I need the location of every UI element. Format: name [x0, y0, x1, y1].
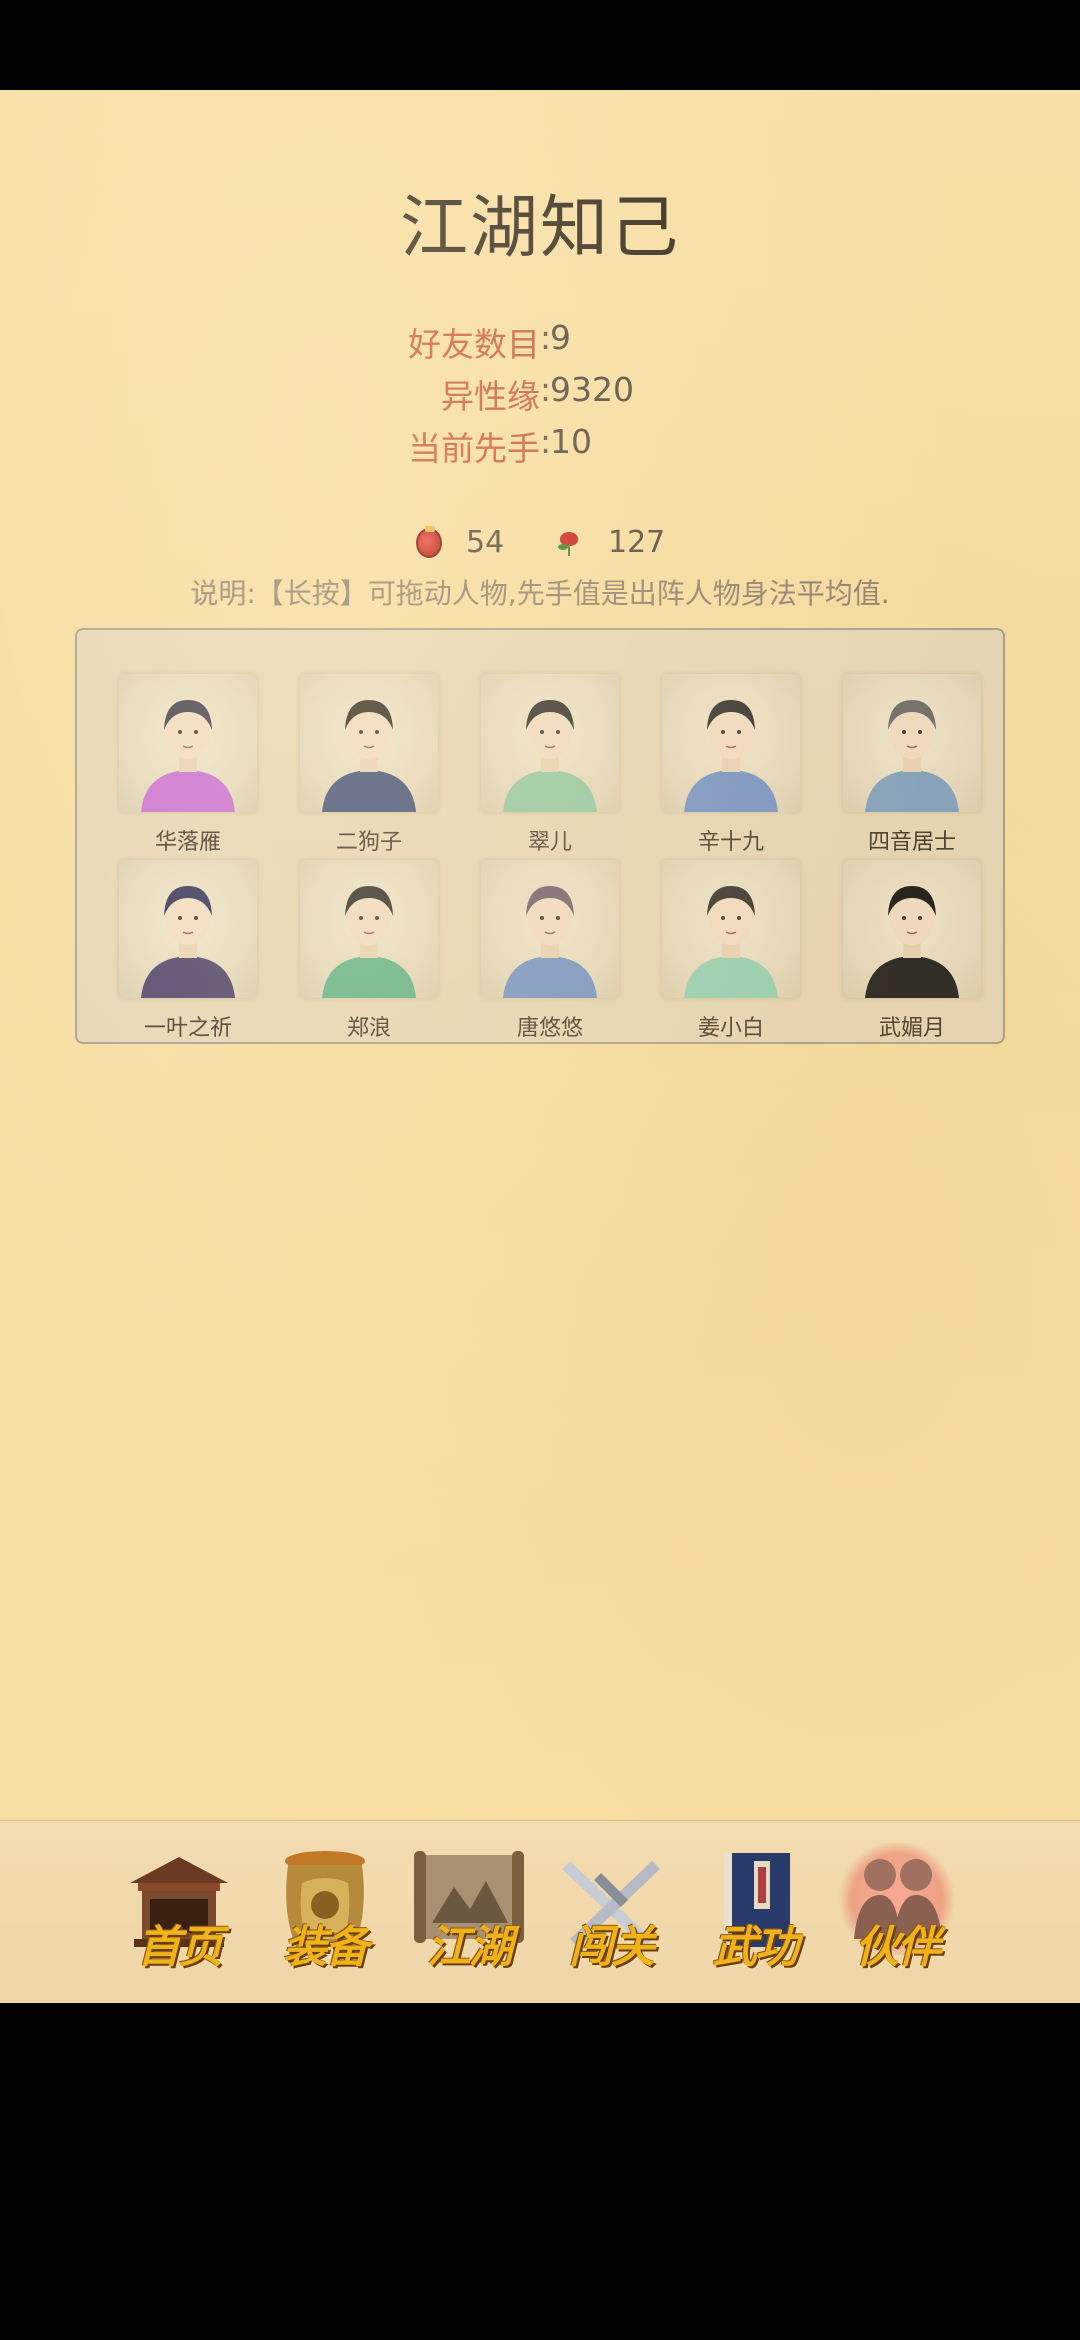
stat-friend-count: 好友数目 : 9 [408, 318, 571, 364]
partner-card[interactable]: 姜小白 [646, 860, 816, 1042]
rose-value: 127 [608, 525, 666, 560]
partner-portrait [481, 674, 619, 812]
bottom-nav: 首页 装备 江湖 闯关 武功 伙伴 [0, 1820, 1080, 2003]
partner-portrait [843, 860, 981, 998]
partner-name: 武媚月 [878, 1016, 945, 1041]
partner-grid: 华落雁 二狗子 翠儿 辛十九 四音居士一叶之祈 郑浪 唐悠悠 姜小白 武媚月 [75, 628, 1005, 1044]
nav-jianghu[interactable]: 江湖 [404, 1843, 534, 1983]
partner-name: 四音居士 [867, 830, 956, 855]
nav-label: 江湖 [427, 1922, 513, 1973]
coin-counter: 54 [416, 525, 504, 560]
nav-challenge[interactable]: 闯关 [546, 1843, 676, 1983]
nav-label: 武功 [713, 1922, 799, 1973]
partner-name: 二狗子 [335, 830, 402, 855]
instruction-note: 说明:【长按】可拖动人物,先手值是出阵人物身法平均值. [190, 577, 890, 610]
nav-martial-arts[interactable]: 武功 [690, 1843, 820, 1983]
stat-label: 好友数目 [408, 325, 540, 364]
partner-card[interactable]: 一叶之祈 [103, 860, 273, 1042]
stat-initiative: 当前先手 : 10 [408, 422, 592, 468]
partner-card[interactable]: 唐悠悠 [465, 860, 635, 1042]
nav-equipment[interactable]: 装备 [260, 1843, 390, 1983]
nav-home[interactable]: 首页 [114, 1843, 244, 1983]
nav-partners[interactable]: 伙伴 [832, 1843, 962, 1983]
partner-portrait [119, 674, 257, 812]
main-content: 江湖知己 好友数目 : 9 异性缘 : 9320 当前先手 : 10 54 12… [0, 90, 1080, 1820]
partner-name: 姜小白 [697, 1016, 764, 1041]
partner-name: 郑浪 [346, 1016, 391, 1041]
partner-portrait [300, 674, 438, 812]
partner-portrait [119, 860, 257, 998]
partner-card[interactable]: 四音居士 [827, 674, 997, 856]
stat-value: 9320 [550, 370, 634, 409]
red-gem-icon [416, 525, 442, 558]
nav-label: 装备 [283, 1922, 369, 1973]
partner-card[interactable]: 二狗子 [284, 674, 454, 856]
screen: 江湖知己 好友数目 : 9 异性缘 : 9320 当前先手 : 10 54 12… [0, 0, 1080, 2340]
stat-label: 当前先手 [408, 429, 540, 468]
partner-portrait [300, 860, 438, 998]
stat-value: 10 [550, 422, 592, 461]
partner-card[interactable]: 华落雁 [103, 674, 273, 856]
partner-portrait [481, 860, 619, 998]
partner-card[interactable]: 郑浪 [284, 860, 454, 1042]
coin-value: 54 [466, 525, 505, 560]
partner-portrait [662, 674, 800, 812]
stat-label: 异性缘 [441, 377, 540, 416]
partner-name: 翠儿 [527, 830, 572, 855]
rose-icon [556, 530, 582, 556]
partner-portrait [662, 860, 800, 998]
nav-label: 伙伴 [855, 1922, 941, 1973]
partner-card[interactable]: 翠儿 [465, 674, 635, 856]
page-title: 江湖知己 [399, 189, 680, 268]
stat-affinity: 异性缘 : 9320 [441, 370, 634, 416]
partner-name: 唐悠悠 [516, 1016, 583, 1041]
nav-label: 首页 [137, 1922, 223, 1973]
partner-card[interactable]: 武媚月 [827, 860, 997, 1042]
partner-card[interactable]: 辛十九 [646, 674, 816, 856]
partner-name: 华落雁 [154, 830, 221, 855]
rose-counter: 127 [556, 525, 665, 560]
partner-name: 辛十九 [697, 830, 764, 855]
nav-label: 闯关 [569, 1922, 655, 1973]
partner-name: 一叶之祈 [143, 1016, 232, 1041]
stat-value: 9 [550, 318, 571, 357]
partner-portrait [843, 674, 981, 812]
